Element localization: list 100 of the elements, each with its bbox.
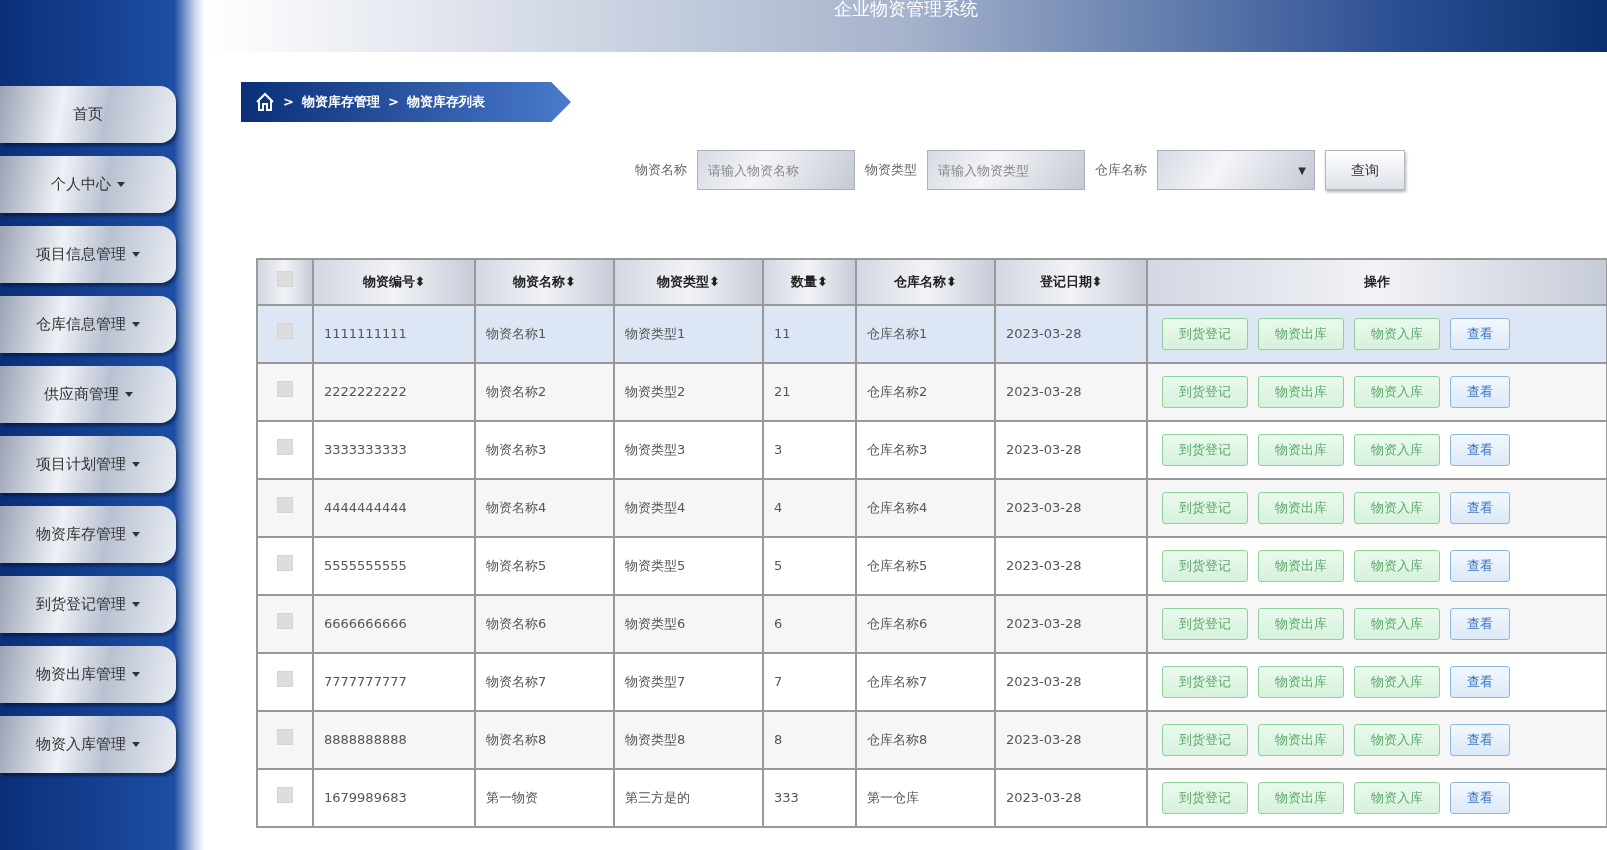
table-cell: 物资类型1 (625, 326, 686, 342)
table-cell: 2222222222 (324, 384, 407, 400)
action-button[interactable]: 到货登记 (1162, 318, 1248, 350)
row-checkbox[interactable] (277, 381, 293, 398)
table-cell: 仓库名称3 (867, 442, 928, 458)
column-header[interactable]: 登记日期⬍ (995, 259, 1147, 305)
dropdown-field[interactable]: ▼ (1157, 150, 1315, 190)
action-button[interactable]: 物资出库 (1258, 724, 1344, 756)
action-button[interactable]: 到货登记 (1162, 434, 1248, 466)
action-button[interactable]: 物资入库 (1354, 666, 1440, 698)
table-cell: 3333333333 (324, 442, 407, 458)
select-all-checkbox[interactable] (277, 271, 293, 288)
sidebar-item[interactable]: 供应商管理 (0, 366, 176, 423)
table-cell: 仓库名称5 (867, 558, 928, 574)
caret-icon (117, 182, 125, 187)
action-button[interactable]: 到货登记 (1162, 550, 1248, 582)
action-button[interactable]: 查看 (1450, 550, 1510, 582)
text-field[interactable]: 请输入物资类型 (927, 150, 1085, 190)
sidebar-item[interactable]: 到货登记管理 (0, 576, 176, 633)
action-button[interactable]: 物资出库 (1258, 550, 1344, 582)
row-checkbox[interactable] (277, 787, 293, 804)
action-button[interactable]: 物资出库 (1258, 318, 1344, 350)
sidebar-item[interactable]: 仓库信息管理 (0, 296, 176, 353)
sidebar-item[interactable]: 项目信息管理 (0, 226, 176, 283)
row-checkbox[interactable] (277, 613, 293, 630)
action-button[interactable]: 物资入库 (1354, 492, 1440, 524)
table-cell: 物资类型8 (625, 732, 686, 748)
table-cell: 8888888888 (324, 732, 407, 748)
table-cell: 11 (774, 326, 791, 342)
caret-icon (132, 532, 140, 537)
action-button[interactable]: 物资出库 (1258, 782, 1344, 814)
action-button[interactable]: 物资出库 (1258, 608, 1344, 640)
action-button[interactable]: 到货登记 (1162, 782, 1248, 814)
action-button[interactable]: 查看 (1450, 434, 1510, 466)
action-button[interactable]: 到货登记 (1162, 492, 1248, 524)
sidebar-item[interactable]: 物资出库管理 (0, 646, 176, 703)
action-button[interactable]: 查看 (1450, 724, 1510, 756)
row-checkbox[interactable] (277, 555, 293, 572)
sidebar-item[interactable]: 物资入库管理 (0, 716, 176, 773)
action-button[interactable]: 到货登记 (1162, 724, 1248, 756)
table-cell: 2023-03-28 (1006, 790, 1082, 806)
breadcrumb-link[interactable]: 物资库存列表 (406, 92, 485, 112)
table-cell: 4444444444 (324, 500, 407, 516)
search-button[interactable]: 查询 (1325, 150, 1405, 190)
action-button[interactable]: 查看 (1450, 608, 1510, 640)
row-checkbox[interactable] (277, 671, 293, 688)
sidebar-item[interactable]: 物资库存管理 (0, 506, 176, 563)
table-cell: 物资类型2 (625, 384, 686, 400)
action-button[interactable]: 查看 (1450, 318, 1510, 350)
action-button[interactable]: 物资入库 (1354, 782, 1440, 814)
action-button[interactable]: 物资入库 (1354, 608, 1440, 640)
column-header[interactable]: 物资编号⬍ (313, 259, 475, 305)
table-cell: 2023-03-28 (1006, 732, 1082, 748)
breadcrumb-link[interactable]: 物资库存管理 (301, 92, 380, 112)
table-cell: 物资名称1 (486, 326, 547, 342)
action-button[interactable]: 物资出库 (1258, 492, 1344, 524)
action-button[interactable]: 查看 (1450, 492, 1510, 524)
home-icon[interactable] (255, 92, 275, 112)
action-button[interactable]: 到货登记 (1162, 666, 1248, 698)
column-header[interactable]: 仓库名称⬍ (856, 259, 995, 305)
column-header[interactable]: 数量⬍ (763, 259, 856, 305)
table-cell: 2023-03-28 (1006, 326, 1082, 342)
table-cell: 2023-03-28 (1006, 616, 1082, 632)
row-checkbox[interactable] (277, 439, 293, 456)
app-title: 企业物资管理系统 (834, 0, 978, 18)
table-cell: 物资名称6 (486, 616, 547, 632)
table-cell: 8 (774, 732, 783, 748)
table-cell: 物资名称8 (486, 732, 547, 748)
action-button[interactable]: 物资入库 (1354, 550, 1440, 582)
table-cell: 2023-03-28 (1006, 442, 1082, 458)
action-button[interactable]: 查看 (1450, 782, 1510, 814)
sidebar-item[interactable]: 首页 (0, 86, 176, 143)
action-button[interactable]: 物资入库 (1354, 434, 1440, 466)
action-button[interactable]: 物资入库 (1354, 318, 1440, 350)
column-header[interactable]: 物资类型⬍ (614, 259, 763, 305)
action-button[interactable]: 查看 (1450, 376, 1510, 408)
table-cell: 2023-03-28 (1006, 674, 1082, 690)
row-checkbox[interactable] (277, 729, 293, 746)
sidebar-item[interactable]: 个人中心 (0, 156, 176, 213)
action-button[interactable]: 到货登记 (1162, 608, 1248, 640)
table-cell: 3 (774, 442, 783, 458)
row-checkbox[interactable] (277, 497, 293, 514)
sidebar-item[interactable]: 项目计划管理 (0, 436, 176, 493)
action-button[interactable]: 物资出库 (1258, 376, 1344, 408)
row-checkbox[interactable] (277, 323, 293, 340)
table-cell: 2023-03-28 (1006, 558, 1082, 574)
action-button[interactable]: 物资出库 (1258, 666, 1344, 698)
action-button[interactable]: 查看 (1450, 666, 1510, 698)
table-cell: 仓库名称7 (867, 674, 928, 690)
action-button[interactable]: 物资出库 (1258, 434, 1344, 466)
column-header[interactable]: 物资名称⬍ (475, 259, 614, 305)
action-button[interactable]: 物资入库 (1354, 376, 1440, 408)
action-button[interactable]: 物资入库 (1354, 724, 1440, 756)
column-header: 操作 (1147, 259, 1607, 305)
table-cell: 物资名称2 (486, 384, 547, 400)
breadcrumb-separator: > (387, 93, 399, 112)
table-cell: 物资类型3 (625, 442, 686, 458)
caret-icon (132, 602, 140, 607)
action-button[interactable]: 到货登记 (1162, 376, 1248, 408)
text-field[interactable]: 请输入物资名称 (697, 150, 855, 190)
